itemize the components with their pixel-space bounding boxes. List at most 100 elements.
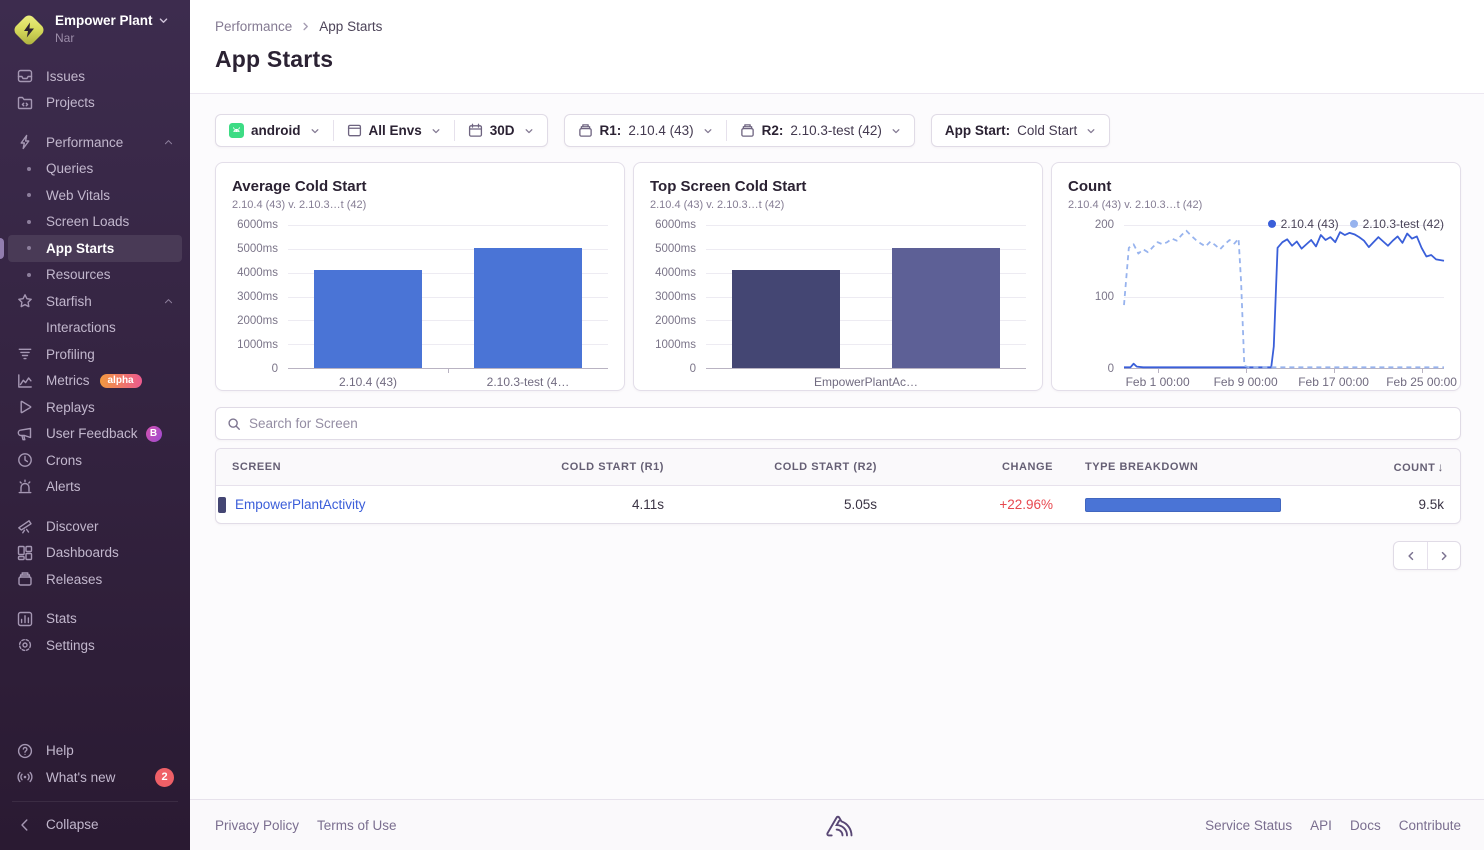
sidebar-item-screen-loads[interactable]: Screen Loads [8, 209, 182, 236]
prev-page-button[interactable] [1394, 542, 1427, 569]
y-tick-label: 4000ms [237, 267, 278, 279]
column-header-count[interactable]: COUNT↓ [1321, 460, 1460, 474]
sidebar-item-help[interactable]: Help [8, 738, 182, 765]
sidebar-item-label: Starfish [46, 294, 92, 309]
screen-link[interactable]: EmpowerPlantActivity [235, 497, 366, 512]
breadcrumb-separator-icon [300, 21, 311, 32]
project-filter[interactable]: android [216, 115, 333, 146]
sidebar-item-collapse[interactable]: Collapse [8, 812, 182, 839]
performance-icon [16, 134, 34, 150]
column-header-screen[interactable]: SCREEN [216, 461, 465, 473]
release-filter-group: R1: 2.10.4 (43) R2: 2.10.3-test (42) [564, 114, 915, 147]
x-time-label: Feb 17 00:00 [1298, 375, 1369, 389]
sidebar-item-crons[interactable]: Crons [8, 447, 182, 474]
org-name: Empower Plant [55, 13, 169, 28]
series-line-2-10-4-43 [1124, 232, 1444, 367]
starfish-icon [16, 293, 34, 309]
replays-icon [16, 399, 34, 415]
sidebar-item-label: Alerts [46, 479, 81, 494]
sidebar-item-issues[interactable]: Issues [8, 63, 182, 90]
date-range-filter[interactable]: 30D [455, 115, 547, 146]
sidebar-item-discover[interactable]: Discover [8, 513, 182, 540]
y-tick-label: 0 [1108, 363, 1114, 375]
sidebar-item-projects[interactable]: Projects [8, 90, 182, 117]
page-filter-group: android All Envs [215, 114, 548, 147]
org-logo-icon [12, 13, 46, 47]
row-marker [218, 497, 226, 513]
column-header-cold-start-r2[interactable]: COLD START (R2) [680, 461, 893, 473]
sidebar-item-web-vitals[interactable]: Web Vitals [8, 182, 182, 209]
api-link[interactable]: API [1310, 818, 1332, 833]
environment-filter[interactable]: All Envs [334, 115, 454, 146]
release1-filter[interactable]: R1: 2.10.4 (43) [565, 115, 726, 146]
sidebar-item-alerts[interactable]: Alerts [8, 474, 182, 501]
sidebar-item-label: Issues [46, 69, 85, 84]
column-header-cold-start-r1[interactable]: COLD START (R1) [465, 461, 680, 473]
y-tick-label: 2000ms [237, 315, 278, 327]
release2-filter[interactable]: R2: 2.10.3-test (42) [727, 115, 914, 146]
sidebar-item-starfish[interactable]: Starfish [8, 288, 182, 315]
sidebar-item-metrics[interactable]: Metricsalpha [8, 368, 182, 395]
terms-of-use-link[interactable]: Terms of Use [317, 818, 397, 833]
user-feedback-icon [16, 426, 34, 442]
app-start-value: Cold Start [1017, 123, 1077, 138]
y-tick-label: 2000ms [655, 315, 696, 327]
privacy-policy-link[interactable]: Privacy Policy [215, 818, 299, 833]
legend-item-2-10-4-43[interactable]: 2.10.4 (43) [1268, 217, 1339, 231]
contribute-link[interactable]: Contribute [1399, 818, 1461, 833]
org-switcher[interactable]: Empower Plant Nar [0, 0, 190, 57]
sidebar-item-dashboards[interactable]: Dashboards [8, 540, 182, 567]
column-header-change[interactable]: CHANGE [893, 461, 1069, 473]
y-tick-label: 0 [272, 363, 278, 375]
x-category-label: EmpowerPlantAc… [814, 375, 918, 389]
legend-label: 2.10.3-test (42) [1363, 217, 1444, 231]
app-start-type-filter[interactable]: App Start: Cold Start [932, 115, 1109, 146]
chart-subtitle: 2.10.4 (43) v. 2.10.3…t (42) [232, 199, 608, 211]
issues-icon [16, 68, 34, 84]
column-header-type-breakdown[interactable]: TYPE BREAKDOWN [1069, 461, 1321, 473]
metrics-icon [16, 373, 34, 389]
releases-icon [16, 571, 34, 587]
sidebar-item-replays[interactable]: Replays [8, 394, 182, 421]
sidebar-item-app-starts[interactable]: App Starts [8, 235, 182, 262]
chart-plot-area [288, 225, 608, 369]
sidebar-item-label: Interactions [46, 320, 116, 335]
sidebar-item-user-feedback[interactable]: User FeedbackB [8, 421, 182, 448]
app-root: Empower Plant Nar Issues Projects Performa… [0, 0, 1484, 850]
date-range-filter-label: 30D [490, 123, 515, 138]
sidebar-item-label: Screen Loads [46, 214, 129, 229]
y-tick-label: 3000ms [237, 291, 278, 303]
series-line-2-10-3-test-42 [1124, 231, 1444, 368]
sidebar-item-queries[interactable]: Queries [8, 156, 182, 183]
sidebar-item-settings[interactable]: Settings [8, 632, 182, 659]
legend-item-2-10-3-test-42[interactable]: 2.10.3-test (42) [1350, 217, 1444, 231]
sidebar-item-label: Collapse [46, 817, 99, 832]
sidebar-item-interactions[interactable]: Interactions [8, 315, 182, 342]
discover-icon [16, 518, 34, 534]
search-input[interactable] [249, 416, 1449, 431]
chevron-down-icon [310, 126, 320, 136]
breadcrumb-performance[interactable]: Performance [215, 19, 292, 34]
sidebar-item-label: Stats [46, 611, 77, 626]
docs-link[interactable]: Docs [1350, 818, 1381, 833]
release2-value: 2.10.3-test (42) [790, 123, 882, 138]
sidebar-item-resources[interactable]: Resources [8, 262, 182, 289]
service-status-link[interactable]: Service Status [1205, 818, 1292, 833]
chart-bar [892, 248, 1001, 368]
sidebar-item-performance[interactable]: Performance [8, 129, 182, 156]
sidebar-item-releases[interactable]: Releases [8, 566, 182, 593]
next-page-button[interactable] [1427, 542, 1460, 569]
y-tick-label: 5000ms [237, 243, 278, 255]
x-time-label: Feb 25 00:00 [1386, 375, 1457, 389]
sidebar-item-what-s-new[interactable]: What's new2 [8, 764, 182, 791]
x-category-label: 2.10.3-test (4… [487, 375, 570, 389]
user-feedback-badge: B [146, 426, 162, 442]
chart-title: Top Screen Cold Start [650, 178, 1026, 195]
sidebar-item-profiling[interactable]: Profiling [8, 341, 182, 368]
chart-bar [474, 248, 583, 368]
chart-bar [732, 270, 841, 368]
chart-plot-area: 2.10.4 (43)2.10.3-test (42) [1124, 225, 1444, 369]
change-cell: +22.96% [893, 497, 1069, 512]
y-tick-label: 6000ms [237, 219, 278, 231]
sidebar-item-stats[interactable]: Stats [8, 606, 182, 633]
